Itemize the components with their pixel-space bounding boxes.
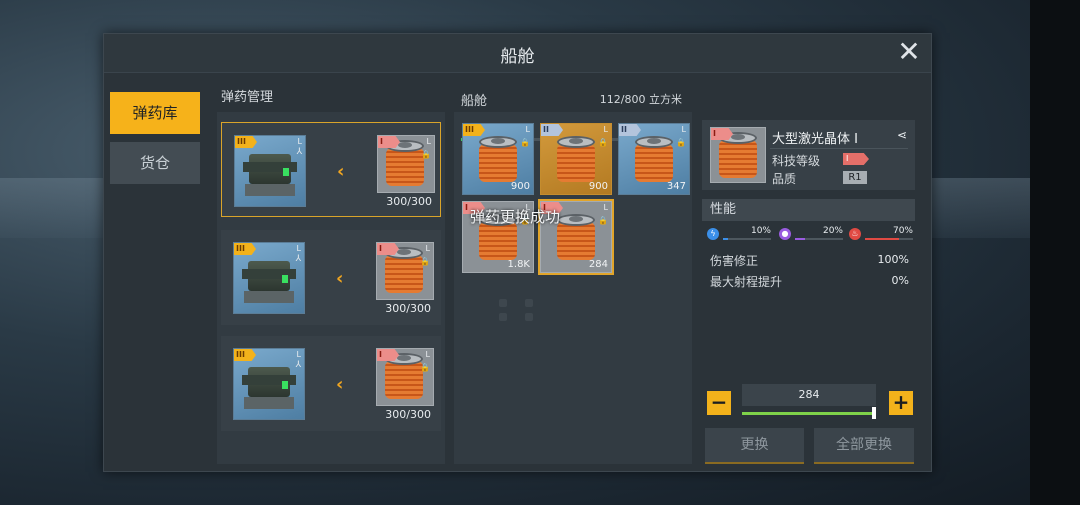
size-label: L xyxy=(525,125,530,134)
slider-handle[interactable] xyxy=(872,407,876,419)
replace-all-button[interactable]: 全部更换 xyxy=(814,428,914,464)
lock-icon: 🔒 xyxy=(421,150,431,159)
fire-icon: ♨ xyxy=(849,228,861,240)
lock-icon: 🔒 xyxy=(598,216,608,225)
decrease-button[interactable]: − xyxy=(707,391,731,415)
size-label: L xyxy=(296,244,301,253)
tech-level-badge: I xyxy=(843,153,869,165)
loaded-ammo[interactable]: I L 🔒 xyxy=(377,135,435,193)
loaded-ammo[interactable]: I L 🔒 xyxy=(376,242,434,300)
tier-badge: III xyxy=(234,349,256,361)
size-label: L xyxy=(681,125,686,134)
size-label: L xyxy=(296,350,301,359)
item-count: 284 xyxy=(588,259,608,270)
cargo-item[interactable]: II L 🔒 900 xyxy=(540,123,612,195)
cargo-capacity: 112/800 立方米 xyxy=(599,93,682,106)
tier-badge: I xyxy=(377,349,399,361)
toast-message: 弹药更换成功 xyxy=(470,208,561,226)
ammo-count: 300/300 xyxy=(386,195,432,208)
slider-fill xyxy=(742,412,876,415)
chevron-left-icon: ‹ xyxy=(336,268,344,289)
size-label: L xyxy=(603,203,608,212)
lightning-icon: ϟ xyxy=(707,228,719,240)
lock-icon: 🔒 xyxy=(676,138,686,147)
ammo-management-list: III L ⅄ ‹ I L 🔒 300/300 III L ⅄ ‹ I L 🔒 … xyxy=(217,112,445,464)
performance-title: 性能 xyxy=(702,199,915,221)
screen-edge xyxy=(1030,0,1080,505)
stat-value: 10% xyxy=(750,226,771,236)
cargo-item[interactable]: II L 🔒 347 xyxy=(618,123,690,195)
lock-icon: 🔒 xyxy=(598,138,608,147)
tab-ammo-depot[interactable]: 弹药库 xyxy=(110,92,200,134)
weapon-turret: III L ⅄ xyxy=(233,348,305,420)
item-name: 大型激光晶体 I xyxy=(772,132,858,147)
item-detail-header: I 大型激光晶体 I ⋖ 科技等级 I 品质 R1 xyxy=(702,120,915,190)
ammo-count: 300/300 xyxy=(385,302,431,315)
quality-badge: R1 xyxy=(843,171,867,184)
close-icon[interactable]: ✕ xyxy=(895,38,923,66)
weapon-turret: III L ⅄ xyxy=(234,135,306,207)
item-image: I xyxy=(710,127,766,183)
empty-placeholder xyxy=(499,299,539,321)
crew-icon: ⅄ xyxy=(296,147,303,157)
ship-hold-panel: 船舱 ✕ 弹药库 货仓 弹药管理 III L ⅄ ‹ I L 🔒 300/300 xyxy=(103,33,932,472)
ammo-count: 300/300 xyxy=(385,408,431,421)
weapon-slot[interactable]: III L ⅄ ‹ I L 🔒 300/300 xyxy=(221,230,441,325)
weapon-slot[interactable]: III L ⅄ ‹ I L 🔒 300/300 xyxy=(221,336,441,431)
chevron-left-icon: ‹ xyxy=(336,374,344,395)
item-count: 347 xyxy=(666,181,686,192)
tech-level-label: 科技等级 xyxy=(772,154,821,168)
tier-badge: I xyxy=(711,128,733,140)
item-count: 1.8K xyxy=(507,259,530,270)
weapon-slot[interactable]: III L ⅄ ‹ I L 🔒 300/300 xyxy=(221,122,441,217)
replace-button[interactable]: 更换 xyxy=(705,428,804,464)
crew-icon: ⅄ xyxy=(295,360,302,370)
tab-cargo[interactable]: 货仓 xyxy=(110,142,200,184)
damage-modifier-value: 100% xyxy=(877,253,909,266)
quantity-field[interactable]: 284 xyxy=(742,384,876,406)
max-range-value: 0% xyxy=(891,274,909,287)
lock-icon: 🔒 xyxy=(520,138,530,147)
panel-title: 船舱 xyxy=(500,47,535,67)
tier-badge: III xyxy=(235,136,257,148)
lock-icon: 🔒 xyxy=(420,363,430,372)
quantity-slider[interactable] xyxy=(742,412,876,415)
tier-badge: I xyxy=(378,136,400,148)
stat-orb: ● 20% xyxy=(779,226,845,242)
title-bar: 船舱 ✕ xyxy=(104,34,931,73)
size-label: L xyxy=(603,125,608,134)
size-label: L xyxy=(426,137,431,146)
divider xyxy=(770,148,908,149)
tier-badge: III xyxy=(234,243,256,255)
stat-value: 20% xyxy=(822,226,843,236)
chevron-left-icon: ‹ xyxy=(337,161,345,182)
tier-badge: II xyxy=(541,124,563,136)
item-count: 900 xyxy=(588,181,608,192)
size-label: L xyxy=(425,350,430,359)
damage-modifier-label: 伤害修正 xyxy=(710,254,759,268)
tier-badge: I xyxy=(377,243,399,255)
cargo-title: 船舱 xyxy=(461,94,488,109)
stat-value: 70% xyxy=(892,226,913,236)
item-count: 900 xyxy=(510,181,530,192)
size-label: L xyxy=(425,244,430,253)
crew-icon: ⅄ xyxy=(295,254,302,264)
ammo-management-title: 弹药管理 xyxy=(221,90,274,105)
tier-badge: II xyxy=(619,124,641,136)
share-icon[interactable]: ⋖ xyxy=(897,128,907,142)
orb-icon: ● xyxy=(779,228,791,240)
tier-badge: III xyxy=(463,124,485,136)
lock-icon: 🔒 xyxy=(420,257,430,266)
stat-lightning: ϟ 10% xyxy=(707,226,773,242)
loaded-ammo[interactable]: I L 🔒 xyxy=(376,348,434,406)
weapon-turret: III L ⅄ xyxy=(233,242,305,314)
cargo-item[interactable]: III L 🔒 900 xyxy=(462,123,534,195)
stat-fire: ♨ 70% xyxy=(849,226,915,242)
increase-button[interactable]: + xyxy=(889,391,913,415)
quality-label: 品质 xyxy=(772,172,797,186)
size-label: L xyxy=(297,137,302,146)
max-range-label: 最大射程提升 xyxy=(710,275,783,289)
